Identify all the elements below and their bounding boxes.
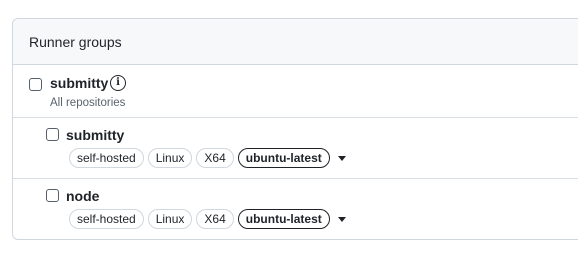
runner-label: self-hosted: [69, 148, 144, 168]
runner-checkbox[interactable]: [46, 128, 59, 141]
panel-title: Runner groups: [29, 33, 122, 50]
runner-label: Linux: [147, 209, 193, 229]
runner-name: node: [66, 188, 100, 204]
selected-label: ubuntu-latest: [237, 148, 330, 168]
runner-label: self-hosted: [69, 209, 144, 229]
triangle-down-icon[interactable]: [337, 155, 346, 161]
runner-row: submitty self-hosted Linux X64 ubuntu-la…: [13, 118, 578, 179]
panel-header: Runner groups: [13, 19, 578, 65]
runner-checkbox[interactable]: [46, 189, 59, 202]
selected-label: ubuntu-latest: [237, 209, 330, 229]
group-access: All repositories: [50, 97, 126, 109]
runner-labels: self-hosted Linux X64 ubuntu-latest: [69, 148, 346, 168]
runner-group-row: submitty i All repositories: [13, 65, 578, 118]
group-checkbox[interactable]: [29, 78, 42, 91]
runner-label: Linux: [147, 148, 193, 168]
triangle-down-icon[interactable]: [337, 216, 346, 222]
runner-labels: self-hosted Linux X64 ubuntu-latest: [69, 209, 346, 229]
runner-label: X64: [196, 148, 234, 168]
runner-groups-panel: Runner groups submitty i All repositorie…: [12, 18, 578, 240]
runner-label: X64: [196, 209, 234, 229]
info-icon[interactable]: i: [110, 75, 126, 91]
runner-name: submitty: [66, 127, 125, 143]
group-name: submitty: [50, 75, 109, 91]
runner-row: node self-hosted Linux X64 ubuntu-latest: [13, 179, 578, 239]
